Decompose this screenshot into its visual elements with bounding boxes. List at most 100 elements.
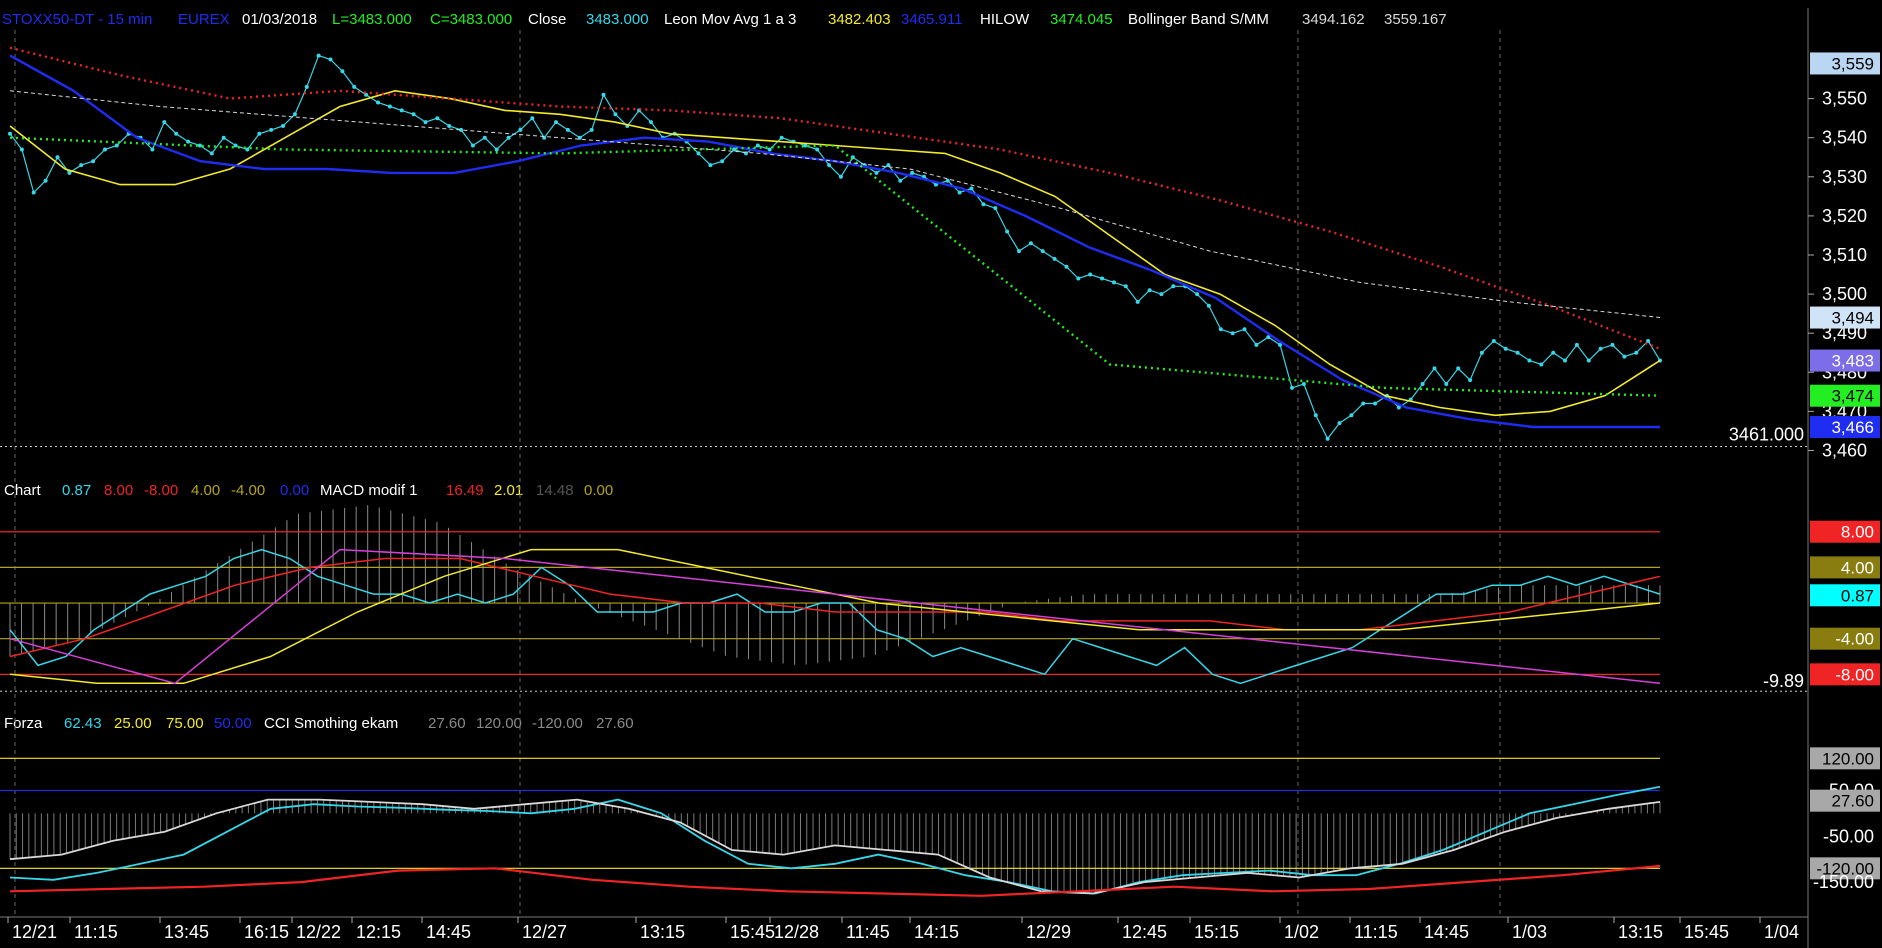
cci-value-4: 50.00 xyxy=(214,715,252,732)
reference-line-label: -9.89 xyxy=(1763,671,1804,691)
axis-value-badge-label: 3,559 xyxy=(1831,54,1874,73)
data-point xyxy=(815,147,820,152)
data-point xyxy=(767,147,772,152)
data-point xyxy=(1171,284,1176,289)
y-tick-label: 3,540 xyxy=(1822,128,1867,148)
data-point xyxy=(1634,350,1639,355)
boll-series-name: Bollinger Band S/MM xyxy=(1128,11,1269,28)
data-point xyxy=(304,84,309,89)
data-point xyxy=(340,69,345,74)
axis-value-badge-label: 120.00 xyxy=(1822,749,1874,768)
cci-series-value-3: -120.00 xyxy=(532,715,583,732)
axis-value-badge-label: 8.00 xyxy=(1841,523,1874,542)
data-point xyxy=(328,57,333,62)
data-point xyxy=(1064,264,1069,269)
axis-level-label: -150.00 xyxy=(1813,872,1874,892)
macd-chart-name: Chart xyxy=(4,482,42,499)
x-tick-label: 13:45 xyxy=(164,922,209,942)
data-point xyxy=(1622,354,1627,359)
data-point xyxy=(1254,342,1259,347)
data-point xyxy=(411,112,416,117)
data-point xyxy=(1527,358,1532,363)
ma-value-1: 3482.403 xyxy=(828,11,891,28)
x-tick-label: 13:15 xyxy=(640,922,685,942)
boll-value-2: 3559.167 xyxy=(1384,11,1447,28)
data-point xyxy=(506,135,511,140)
cci-series-value-1: 27.60 xyxy=(428,715,466,732)
data-point xyxy=(1491,339,1496,343)
data-point xyxy=(79,163,84,168)
data-point xyxy=(399,108,404,113)
axis-value-badge-label: -8.00 xyxy=(1835,665,1874,684)
data-point xyxy=(1206,303,1211,308)
data-point xyxy=(1539,362,1544,367)
x-tick-label: 15:45 xyxy=(730,922,775,942)
data-point xyxy=(1574,342,1579,347)
data-point xyxy=(720,159,725,164)
data-point xyxy=(209,151,214,156)
data-point xyxy=(589,127,594,132)
x-tick-label: 1/02 xyxy=(1284,922,1319,942)
cci-value-3: 75.00 xyxy=(166,715,204,732)
cci-series-name: CCI Smothing ekam xyxy=(264,715,398,732)
data-point xyxy=(1195,292,1200,297)
data-point xyxy=(1040,249,1045,254)
data-point xyxy=(387,104,392,109)
axis-value-badge-label: 3,494 xyxy=(1831,309,1874,328)
macd-series-value-1: 16.49 xyxy=(446,482,484,499)
close-series-name: Close xyxy=(528,11,566,28)
data-point xyxy=(423,120,428,125)
price-panel-header: STOXX50-DT - 15 min EUREX 01/03/2018 L=3… xyxy=(2,11,1447,28)
x-tick-label: 15:15 xyxy=(1194,922,1239,942)
x-tick-label: 14:15 xyxy=(914,922,959,942)
data-point xyxy=(957,190,962,195)
date-label: 01/03/2018 xyxy=(242,11,317,28)
data-point xyxy=(494,147,499,152)
macd-value-1: 0.87 xyxy=(62,482,91,499)
data-point xyxy=(1432,366,1437,371)
data-point xyxy=(1100,276,1105,281)
x-tick-label: 12/22 xyxy=(296,922,341,942)
data-point xyxy=(969,186,974,191)
data-point xyxy=(1551,350,1556,355)
data-point xyxy=(1005,229,1010,234)
data-point xyxy=(150,147,155,152)
y-tick-label: 3,510 xyxy=(1822,245,1867,265)
data-point xyxy=(1159,292,1164,297)
data-point xyxy=(1230,331,1235,336)
data-point xyxy=(1420,382,1425,386)
data-point xyxy=(945,178,950,183)
data-point xyxy=(1017,249,1021,254)
axis-value-badge-label: 3,466 xyxy=(1831,418,1874,437)
data-point xyxy=(197,143,202,148)
x-tick-label: 1/04 xyxy=(1764,922,1799,942)
cci-value-2: 25.00 xyxy=(114,715,152,732)
data-point xyxy=(162,120,167,125)
cci-value-1: 62.43 xyxy=(64,715,102,732)
axis-value-badge-label: 4.00 xyxy=(1841,558,1874,577)
macd-series-name: MACD modif 1 xyxy=(320,482,418,499)
data-point xyxy=(1503,346,1508,351)
data-point xyxy=(1052,256,1057,261)
data-point xyxy=(1290,385,1294,390)
data-point xyxy=(1135,299,1140,304)
x-tick-label: 12/27 xyxy=(522,922,567,942)
x-tick-label: 12:15 xyxy=(356,922,401,942)
boll-value-1: 3494.162 xyxy=(1302,11,1365,28)
y-tick-label: 3,550 xyxy=(1822,89,1867,109)
x-tick-label: 12/29 xyxy=(1026,922,1071,942)
data-point xyxy=(518,127,523,132)
low-label: L=3483.000 xyxy=(332,11,412,28)
x-tick-label: 11:15 xyxy=(74,922,118,942)
data-point xyxy=(245,147,250,152)
data-point xyxy=(447,124,452,128)
data-point xyxy=(530,116,535,121)
x-tick-label: 11:45 xyxy=(846,922,890,942)
data-point xyxy=(221,135,226,140)
data-point xyxy=(981,202,986,207)
data-point xyxy=(1313,413,1318,418)
data-point xyxy=(1242,327,1247,332)
data-point xyxy=(1468,378,1473,383)
x-tick-label: 11:15 xyxy=(1354,922,1398,942)
data-point xyxy=(1444,382,1449,386)
